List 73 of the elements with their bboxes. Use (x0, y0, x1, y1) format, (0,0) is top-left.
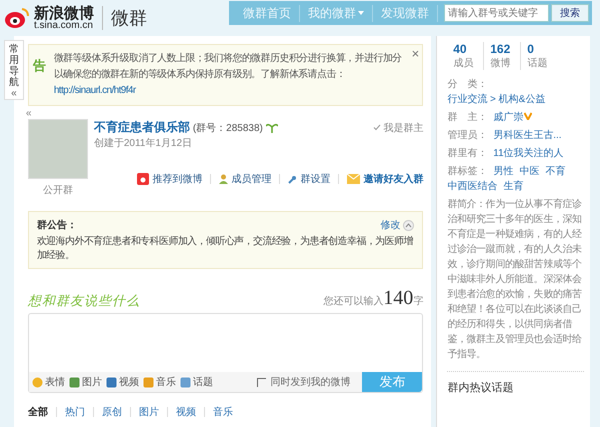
product-name: 微群 (102, 6, 147, 30)
sync-checkbox[interactable]: 同时发到我的微博 (257, 375, 350, 389)
char-counter: 您还可以输入140字 (323, 287, 424, 310)
photo-placeholder (28, 119, 88, 179)
stat-label: 微博 (490, 56, 510, 70)
search-field[interactable]: 请输入群号或关键字 (444, 4, 549, 22)
action-link[interactable]: 推荐到微博 (137, 172, 202, 186)
search-button[interactable]: 搜索 (551, 4, 589, 22)
check-icon (373, 124, 382, 131)
field-label: 群里有： (447, 147, 488, 161)
owner-label: 我是群主 (383, 122, 424, 134)
tag-link[interactable]: 不育 (545, 164, 566, 179)
post-input[interactable]: 表情 图片 视频 音乐 话题 同时发到我的微博 发布 (28, 313, 424, 393)
toolbar-button[interactable]: 图片 (68, 375, 102, 389)
notice-text: 微群等级体系升级取消了人数上限；我们将您的微群历史积分进行换算，并进行加分以确保您的微群在新的等级体系内保持原有级别。了解新体系请点击： http://sinaurl.cn/ht9f4r (54, 52, 403, 98)
tag-link[interactable]: 男性 (493, 164, 514, 179)
side-nav-tab[interactable]: 常用导航 « (4, 40, 24, 100)
close-button[interactable]: × (412, 47, 420, 60)
person-icon (219, 174, 228, 184)
side-nav-label: 常用导航 (8, 44, 19, 88)
checkbox-label: 同时发到我的微博 (270, 376, 350, 389)
group-name[interactable]: 不育症患者俱乐部 (94, 119, 190, 136)
action-link[interactable]: 群设置 (288, 172, 330, 186)
created-date: 创建于2011年1月12日 (94, 136, 194, 150)
field-label: 群 主： (447, 110, 488, 125)
wrench-icon (288, 174, 298, 184)
sprout-icon (266, 122, 278, 132)
field-label: 群标签： (447, 164, 488, 179)
collapse-icon[interactable] (403, 220, 414, 230)
tag-link[interactable]: 中西医结合 (447, 179, 498, 194)
stat-label: 成员 (453, 56, 474, 70)
notice-tag: 告 (32, 57, 46, 99)
owner-link[interactable]: 戚广崇 (493, 110, 532, 125)
group-id: (群号：285838) (192, 122, 263, 134)
following-link[interactable]: 11位我关注的人 (493, 146, 564, 161)
field-label: 分 类： (447, 78, 488, 92)
toolbar-button[interactable]: 表情 (32, 375, 65, 389)
brand-name: 新浪微博 (34, 6, 94, 20)
action-link[interactable]: 邀请好友入群 (347, 172, 424, 186)
toolbar-button[interactable]: 话题 (180, 375, 213, 389)
feed-tab[interactable]: 音乐 (212, 405, 233, 419)
tag-link[interactable]: 生育 (503, 179, 524, 194)
collapse-toggle[interactable]: « (26, 108, 424, 119)
tag-link[interactable]: 中医 (519, 164, 540, 179)
composer-title: 想和群友说些什么 (28, 292, 140, 310)
eye-logo-icon (4, 7, 30, 29)
feed-tab[interactable]: 全部 (28, 405, 48, 419)
stat-label: 话题 (527, 56, 548, 70)
announcement-text: 欢迎海内外不育症患者和专科医师加入，倾听心声，交流经验，为患者创造幸福，为医师增加经验。 (36, 234, 414, 262)
checkbox-icon[interactable] (257, 378, 266, 386)
group-type: 公开群 (42, 184, 73, 197)
stat-value[interactable]: 162 (490, 42, 510, 56)
announcement-title: 群公告： (36, 218, 77, 232)
stat-value[interactable]: 40 (453, 42, 474, 56)
section-title: 群内热议话题 (447, 371, 584, 395)
domain-text: t.sina.com.cn (34, 20, 93, 30)
collapse-toggle[interactable]: « (11, 88, 17, 99)
envelope-icon (347, 174, 360, 184)
notice-link[interactable]: http://sinaurl.cn/ht9f4r (54, 85, 136, 96)
share-icon (137, 173, 150, 185)
feed-tab[interactable]: 原创 (102, 405, 122, 419)
feed-tab[interactable]: 视频 (176, 405, 196, 419)
group-intro: 群简介：作为一位从事不育症诊治和研究三十多年的医生，深知不育症是一种疑难病，有的人经过诊治一蹴而就，有的人久治未效，诊疗期间的酸甜苦辣咸等个中滋味非外人所能道。深深体会到患者治愈的欢愉，失败的痛苦和绝望！各位可以在此谈谈自己的经历和得失，以供同病者借鉴，微群主及管理员也会适时给予指导。 (447, 198, 583, 362)
stat-value[interactable]: 0 (527, 42, 548, 56)
feed-tab[interactable]: 图片 (138, 405, 159, 419)
toolbar-button[interactable]: 视频 (106, 375, 139, 389)
admin-link[interactable]: 男科医生王古... (493, 128, 562, 143)
edit-link[interactable]: 修改 (380, 218, 414, 232)
category-path: 行业交流 > 机构&公益 (447, 92, 546, 107)
field-label: 管理员： (447, 129, 488, 143)
feed-tab[interactable]: 热门 (64, 405, 85, 419)
toolbar-button[interactable]: 音乐 (142, 375, 176, 389)
action-link[interactable]: 成员管理 (219, 172, 272, 186)
